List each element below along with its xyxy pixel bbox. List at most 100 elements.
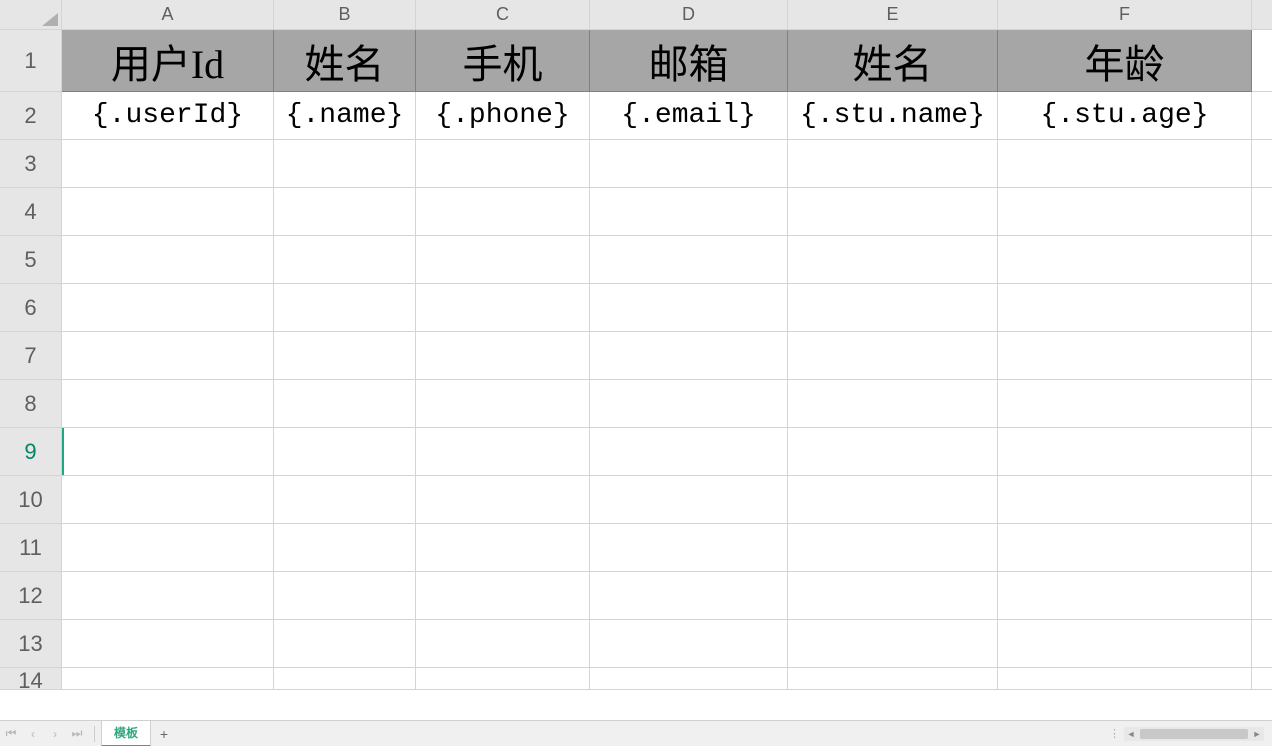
row-head-5[interactable]: 5 (0, 236, 62, 284)
cell-E5[interactable] (788, 236, 998, 284)
cell-F6[interactable] (998, 284, 1252, 332)
scroll-right-icon[interactable]: ► (1250, 727, 1264, 741)
cell-D5[interactable] (590, 236, 788, 284)
cell-A13[interactable] (62, 620, 274, 668)
row-head-1[interactable]: 1 (0, 30, 62, 92)
cell-B2[interactable]: {.name} (274, 92, 416, 140)
horizontal-scrollbar[interactable]: ◄ ► (1124, 727, 1264, 741)
cell-E12[interactable] (788, 572, 998, 620)
cell-C12[interactable] (416, 572, 590, 620)
row-head-9[interactable]: 9 (0, 428, 62, 476)
cell-overflow-9[interactable] (1252, 428, 1272, 476)
add-sheet-button[interactable]: + (151, 721, 177, 746)
cell-E11[interactable] (788, 524, 998, 572)
cell-D3[interactable] (590, 140, 788, 188)
row-head-6[interactable]: 6 (0, 284, 62, 332)
cell-B3[interactable] (274, 140, 416, 188)
cell-overflow-8[interactable] (1252, 380, 1272, 428)
cell-B11[interactable] (274, 524, 416, 572)
cell-E1[interactable]: 姓名 (788, 30, 998, 92)
cell-C2[interactable]: {.phone} (416, 92, 590, 140)
cell-E8[interactable] (788, 380, 998, 428)
row-head-13[interactable]: 13 (0, 620, 62, 668)
row-head-4[interactable]: 4 (0, 188, 62, 236)
cell-D8[interactable] (590, 380, 788, 428)
cell-B8[interactable] (274, 380, 416, 428)
cell-B7[interactable] (274, 332, 416, 380)
cell-F7[interactable] (998, 332, 1252, 380)
cell-A1[interactable]: 用户Id (62, 30, 274, 92)
select-all-corner[interactable] (0, 0, 62, 30)
cell-A5[interactable] (62, 236, 274, 284)
cell-F1[interactable]: 年龄 (998, 30, 1252, 92)
cell-D14[interactable] (590, 668, 788, 690)
col-head-A[interactable]: A (62, 0, 274, 30)
cell-B14[interactable] (274, 668, 416, 690)
cell-C8[interactable] (416, 380, 590, 428)
cell-overflow-10[interactable] (1252, 476, 1272, 524)
cell-overflow-2[interactable] (1252, 92, 1272, 140)
cell-C4[interactable] (416, 188, 590, 236)
cell-A4[interactable] (62, 188, 274, 236)
cell-overflow-14[interactable] (1252, 668, 1272, 690)
row-head-7[interactable]: 7 (0, 332, 62, 380)
cell-D9[interactable] (590, 428, 788, 476)
cell-F3[interactable] (998, 140, 1252, 188)
cell-F5[interactable] (998, 236, 1252, 284)
cell-overflow-6[interactable] (1252, 284, 1272, 332)
cell-overflow-12[interactable] (1252, 572, 1272, 620)
cell-F14[interactable] (998, 668, 1252, 690)
cell-E4[interactable] (788, 188, 998, 236)
cell-C14[interactable] (416, 668, 590, 690)
cell-D13[interactable] (590, 620, 788, 668)
cell-B13[interactable] (274, 620, 416, 668)
cell-A14[interactable] (62, 668, 274, 690)
col-head-E[interactable]: E (788, 0, 998, 30)
cell-F2[interactable]: {.stu.age} (998, 92, 1252, 140)
cell-C3[interactable] (416, 140, 590, 188)
next-sheet-button[interactable]: › (44, 721, 66, 746)
cell-overflow-3[interactable] (1252, 140, 1272, 188)
cell-A6[interactable] (62, 284, 274, 332)
sheet-tab-active[interactable]: 模板 (101, 721, 151, 746)
cell-B9[interactable] (274, 428, 416, 476)
cell-E14[interactable] (788, 668, 998, 690)
cell-E6[interactable] (788, 284, 998, 332)
row-head-2[interactable]: 2 (0, 92, 62, 140)
row-head-11[interactable]: 11 (0, 524, 62, 572)
cell-C1[interactable]: 手机 (416, 30, 590, 92)
cell-D12[interactable] (590, 572, 788, 620)
cell-F12[interactable] (998, 572, 1252, 620)
cell-D4[interactable] (590, 188, 788, 236)
cell-C11[interactable] (416, 524, 590, 572)
cell-C6[interactable] (416, 284, 590, 332)
col-head-C[interactable]: C (416, 0, 590, 30)
col-head-F[interactable]: F (998, 0, 1252, 30)
cell-overflow-1[interactable] (1252, 30, 1272, 92)
cell-B6[interactable] (274, 284, 416, 332)
cell-A2[interactable]: {.userId} (62, 92, 274, 140)
col-head-D[interactable]: D (590, 0, 788, 30)
last-sheet-button[interactable]: ⏭ (66, 721, 88, 746)
cell-A3[interactable] (62, 140, 274, 188)
cell-E3[interactable] (788, 140, 998, 188)
cell-A9[interactable] (62, 428, 274, 476)
cell-A12[interactable] (62, 572, 274, 620)
cell-F10[interactable] (998, 476, 1252, 524)
cell-overflow-13[interactable] (1252, 620, 1272, 668)
cell-A8[interactable] (62, 380, 274, 428)
cell-D1[interactable]: 邮箱 (590, 30, 788, 92)
cell-A11[interactable] (62, 524, 274, 572)
cell-D2[interactable]: {.email} (590, 92, 788, 140)
cell-D11[interactable] (590, 524, 788, 572)
spreadsheet-grid[interactable]: A B C D E F 1 用户Id 姓名 手机 邮箱 姓名 年龄 2 {.us… (0, 0, 1272, 690)
cell-B12[interactable] (274, 572, 416, 620)
cell-F13[interactable] (998, 620, 1252, 668)
cell-F11[interactable] (998, 524, 1252, 572)
prev-sheet-button[interactable]: ‹ (22, 721, 44, 746)
cell-E10[interactable] (788, 476, 998, 524)
cell-B10[interactable] (274, 476, 416, 524)
cell-C10[interactable] (416, 476, 590, 524)
cell-A10[interactable] (62, 476, 274, 524)
cell-E2[interactable]: {.stu.name} (788, 92, 998, 140)
